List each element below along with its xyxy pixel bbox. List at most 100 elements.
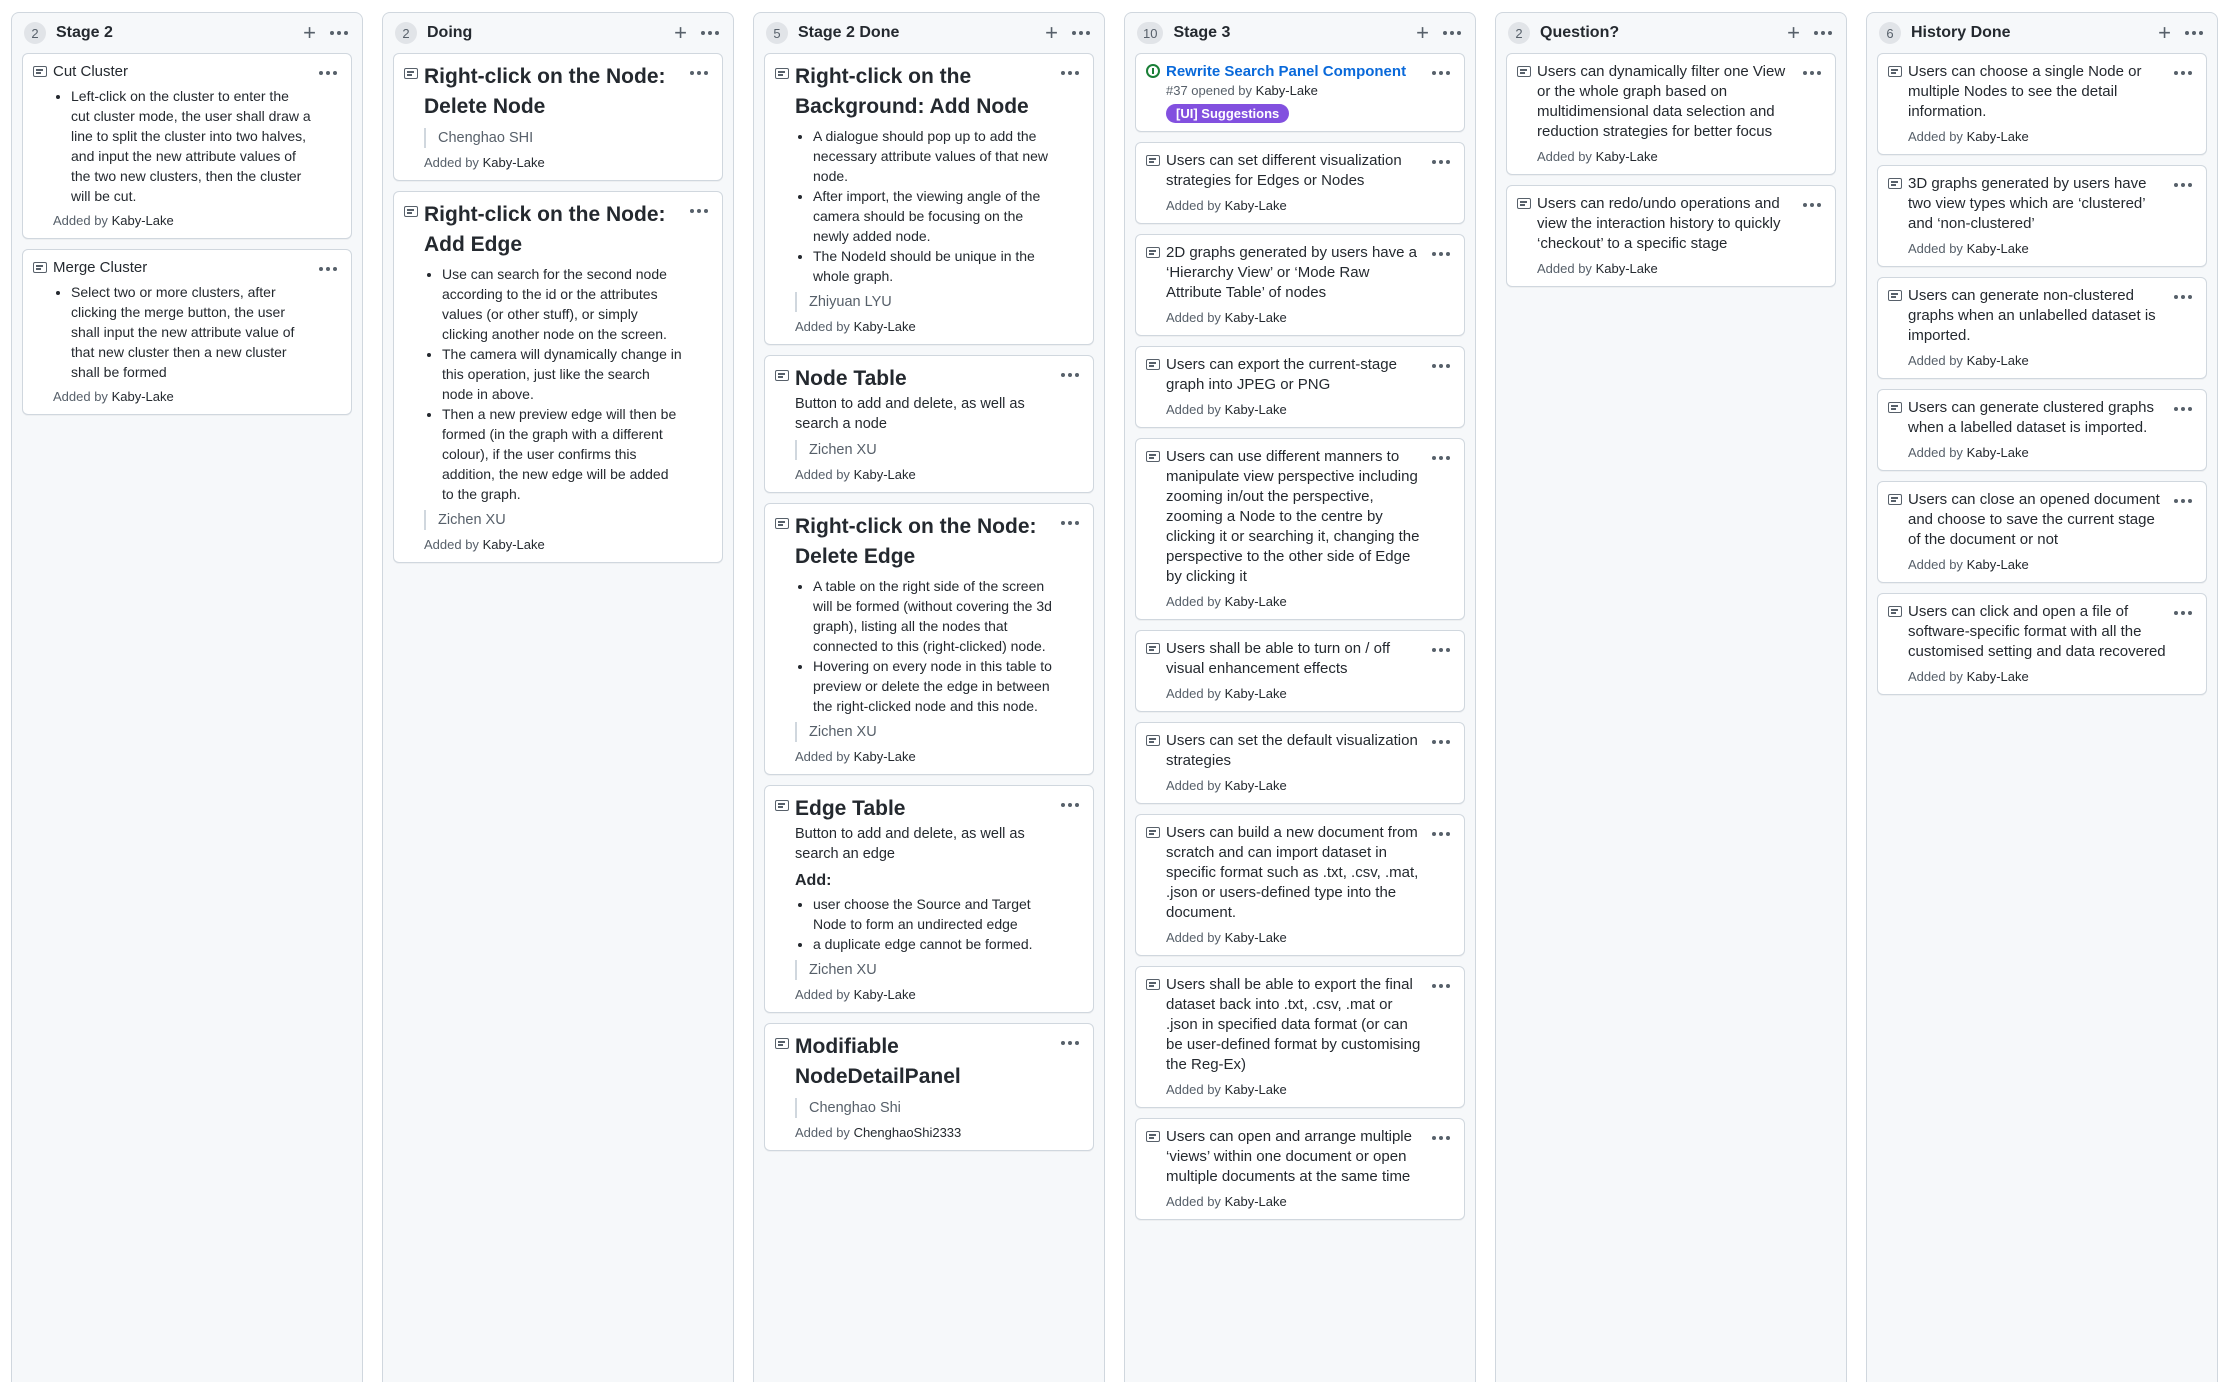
card-menu-icon[interactable] bbox=[2172, 495, 2194, 507]
card-menu-icon[interactable] bbox=[1801, 67, 1823, 79]
added-by-user[interactable]: Kaby-Lake bbox=[854, 987, 916, 1002]
added-by-user[interactable]: Kaby-Lake bbox=[854, 749, 916, 764]
issue-author[interactable]: Kaby-Lake bbox=[1256, 83, 1318, 98]
card-menu-icon[interactable] bbox=[1430, 828, 1452, 840]
card-menu-icon[interactable] bbox=[1059, 67, 1081, 79]
note-card[interactable]: Modifiable NodeDetailPanel Chenghao Shi Ad… bbox=[764, 1023, 1094, 1151]
added-by-user[interactable]: Kaby-Lake bbox=[1967, 353, 2029, 368]
column-menu-icon[interactable] bbox=[1812, 27, 1834, 39]
added-by-user[interactable]: Kaby-Lake bbox=[1225, 778, 1287, 793]
note-card[interactable]: Right-click on the Background: Add Node A… bbox=[764, 53, 1094, 345]
added-by-user[interactable]: Kaby-Lake bbox=[1225, 310, 1287, 325]
added-by-user[interactable]: Kaby-Lake bbox=[1225, 930, 1287, 945]
card-menu-icon[interactable] bbox=[2172, 179, 2194, 191]
note-card[interactable]: Users can dynamically filter one View or… bbox=[1506, 53, 1836, 175]
note-card[interactable]: Users shall be able to turn on / off vis… bbox=[1135, 630, 1465, 712]
added-by-user[interactable]: Kaby-Lake bbox=[1967, 557, 2029, 572]
note-card[interactable]: Right-click on the Node: Delete Node Chen… bbox=[393, 53, 723, 181]
card-menu bbox=[688, 200, 710, 218]
note-card[interactable]: Users can set different visualization st… bbox=[1135, 142, 1465, 224]
card-menu-icon[interactable] bbox=[1430, 736, 1452, 748]
card-menu-icon[interactable] bbox=[1059, 1037, 1081, 1049]
added-by-user[interactable]: Kaby-Lake bbox=[1596, 149, 1658, 164]
card-menu-icon[interactable] bbox=[688, 67, 710, 79]
card-menu-icon[interactable] bbox=[688, 205, 710, 217]
added-by: Added by Kaby-Lake bbox=[1537, 260, 1795, 278]
issue-title-link[interactable]: Rewrite Search Panel Component bbox=[1166, 62, 1424, 82]
added-by-user[interactable]: Kaby-Lake bbox=[854, 319, 916, 334]
card-menu-icon[interactable] bbox=[1059, 517, 1081, 529]
note-card[interactable]: Users can use different manners to manip… bbox=[1135, 438, 1465, 620]
card-menu-icon[interactable] bbox=[1059, 799, 1081, 811]
added-by-user[interactable]: Kaby-Lake bbox=[854, 467, 916, 482]
note-card[interactable]: Users can click and open a file of softw… bbox=[1877, 593, 2207, 695]
note-card[interactable]: Users can open and arrange multiple ‘vie… bbox=[1135, 1118, 1465, 1220]
added-by-user[interactable]: Kaby-Lake bbox=[1967, 445, 2029, 460]
added-by-user[interactable]: Kaby-Lake bbox=[483, 155, 545, 170]
note-card[interactable]: Right-click on the Node: Delete Edge A ta… bbox=[764, 503, 1094, 775]
added-by-user[interactable]: Kaby-Lake bbox=[1596, 261, 1658, 276]
add-item-icon[interactable]: + bbox=[1416, 22, 1429, 44]
issue-card[interactable]: Rewrite Search Panel Component #37 opened… bbox=[1135, 53, 1465, 132]
added-by-user[interactable]: Kaby-Lake bbox=[1225, 1194, 1287, 1209]
add-item-icon[interactable]: + bbox=[303, 22, 316, 44]
card-menu-icon[interactable] bbox=[1430, 980, 1452, 992]
add-item-icon[interactable]: + bbox=[2158, 22, 2171, 44]
note-card[interactable]: Users can choose a single Node or multip… bbox=[1877, 53, 2207, 155]
card-menu-icon[interactable] bbox=[1430, 644, 1452, 656]
added-by-user[interactable]: Kaby-Lake bbox=[1225, 594, 1287, 609]
column-menu-icon[interactable] bbox=[1441, 27, 1463, 39]
card-menu-icon[interactable] bbox=[1430, 156, 1452, 168]
note-card[interactable]: Users can generate non-clustered graphs … bbox=[1877, 277, 2207, 379]
added-by-user[interactable]: Kaby-Lake bbox=[1225, 402, 1287, 417]
column-menu-icon[interactable] bbox=[1070, 27, 1092, 39]
note-card[interactable]: Node Table Button to add and delete, as w… bbox=[764, 355, 1094, 493]
add-item-icon[interactable]: + bbox=[1787, 22, 1800, 44]
card-menu-icon[interactable] bbox=[1059, 369, 1081, 381]
note-card[interactable]: Right-click on the Node: Add Edge Use can… bbox=[393, 191, 723, 563]
added-by-user[interactable]: Kaby-Lake bbox=[1225, 198, 1287, 213]
card-menu-icon[interactable] bbox=[1430, 248, 1452, 260]
note-card[interactable]: 3D graphs generated by users have two vi… bbox=[1877, 165, 2207, 267]
note-card[interactable]: Cut Cluster Left-click on the cluster to … bbox=[22, 53, 352, 239]
note-card[interactable]: Users shall be able to export the final … bbox=[1135, 966, 1465, 1108]
note-card[interactable]: 2D graphs generated by users have a ‘Hie… bbox=[1135, 234, 1465, 336]
note-card[interactable]: Merge Cluster Select two or more clusters… bbox=[22, 249, 352, 415]
added-by-user[interactable]: Kaby-Lake bbox=[483, 537, 545, 552]
card-menu-icon[interactable] bbox=[2172, 291, 2194, 303]
added-by-user[interactable]: Kaby-Lake bbox=[1225, 686, 1287, 701]
column-menu-icon[interactable] bbox=[328, 27, 350, 39]
note-icon bbox=[33, 66, 47, 77]
note-card[interactable]: Edge Table Button to add and delete, as w… bbox=[764, 785, 1094, 1013]
note-card[interactable]: Users can set the default visualization … bbox=[1135, 722, 1465, 804]
add-item-icon[interactable]: + bbox=[674, 22, 687, 44]
card-menu-icon[interactable] bbox=[2172, 607, 2194, 619]
added-by-user[interactable]: Kaby-Lake bbox=[1967, 129, 2029, 144]
column-menu-icon[interactable] bbox=[2183, 27, 2205, 39]
note-card[interactable]: Users can close an opened document and c… bbox=[1877, 481, 2207, 583]
card-menu-icon[interactable] bbox=[1430, 452, 1452, 464]
added-by-user[interactable]: Kaby-Lake bbox=[112, 213, 174, 228]
added-by-user[interactable]: ChenghaoShi2333 bbox=[854, 1125, 962, 1140]
card-menu-icon[interactable] bbox=[1430, 1132, 1452, 1144]
added-by-user[interactable]: Kaby-Lake bbox=[112, 389, 174, 404]
card-menu-icon[interactable] bbox=[2172, 67, 2194, 79]
add-item-icon[interactable]: + bbox=[1045, 22, 1058, 44]
card-menu-icon[interactable] bbox=[317, 263, 339, 275]
note-card[interactable]: Users can build a new document from scra… bbox=[1135, 814, 1465, 956]
added-by: Added by Kaby-Lake bbox=[1166, 685, 1424, 703]
note-card[interactable]: Users can redo/undo operations and view … bbox=[1506, 185, 1836, 287]
note-card[interactable]: Users can export the current-stage graph… bbox=[1135, 346, 1465, 428]
card-menu-icon[interactable] bbox=[1801, 199, 1823, 211]
added-by-user[interactable]: Kaby-Lake bbox=[1225, 1082, 1287, 1097]
card-menu-icon[interactable] bbox=[2172, 403, 2194, 415]
issue-label[interactable]: [UI] Suggestions bbox=[1166, 104, 1290, 123]
card-menu-icon[interactable] bbox=[1430, 360, 1452, 372]
column-menu-icon[interactable] bbox=[699, 27, 721, 39]
added-by-user[interactable]: Kaby-Lake bbox=[1967, 669, 2029, 684]
card-menu-icon[interactable] bbox=[317, 67, 339, 79]
card-menu-icon[interactable] bbox=[1430, 67, 1452, 79]
item-count-badge: 5 bbox=[766, 22, 788, 44]
added-by-user[interactable]: Kaby-Lake bbox=[1967, 241, 2029, 256]
note-card[interactable]: Users can generate clustered graphs when… bbox=[1877, 389, 2207, 471]
